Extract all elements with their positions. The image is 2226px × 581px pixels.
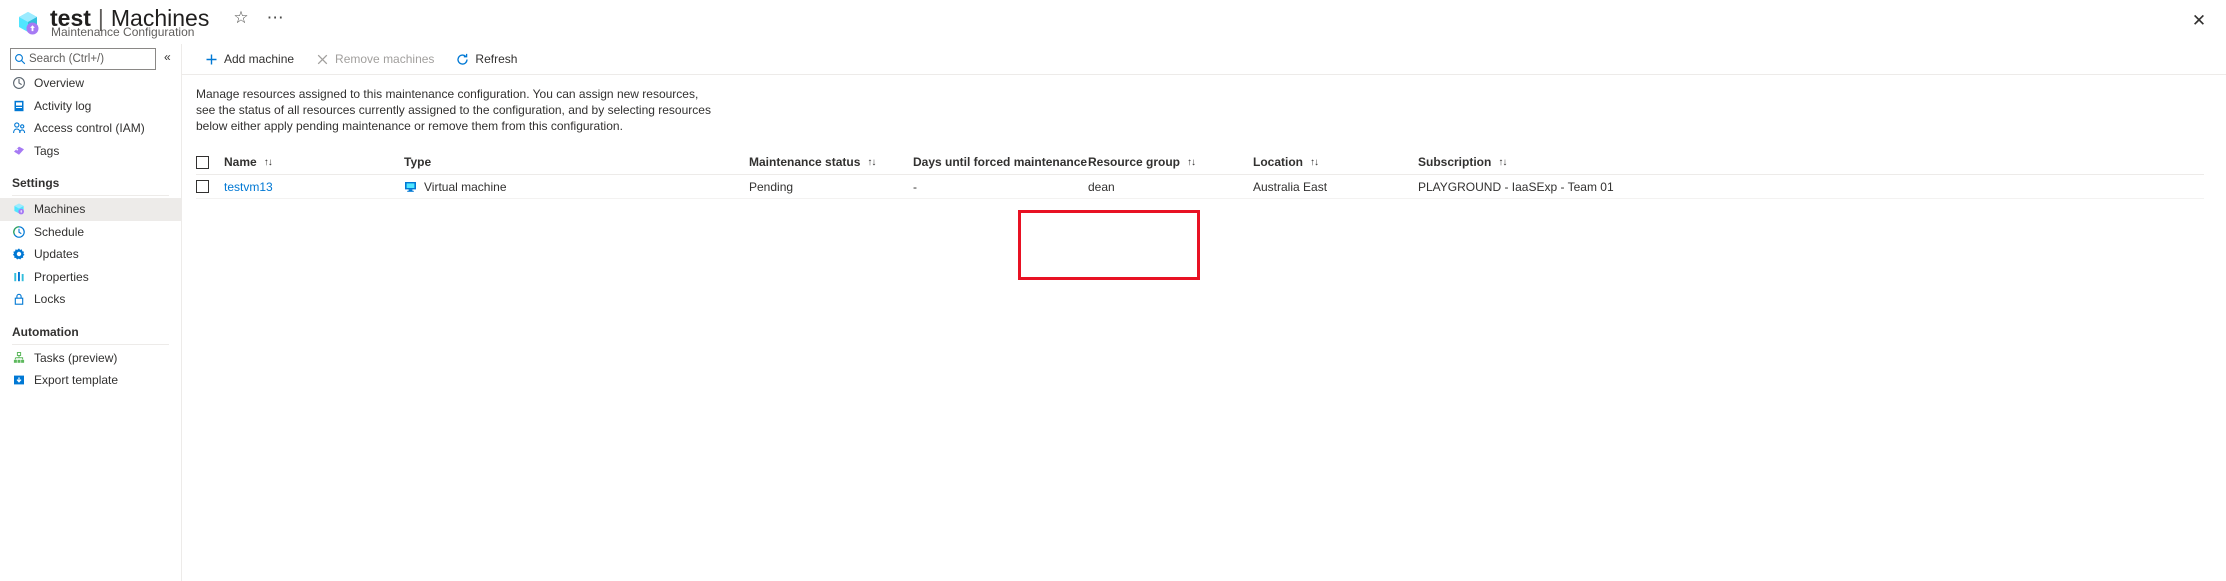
chevron-double-left-icon[interactable]: « [164,50,171,64]
nav-list: Overview Activity log Access control (IA… [0,72,181,392]
nav-divider [12,343,169,345]
machine-name-link[interactable]: testvm13 [224,180,273,194]
sidebar-item-label: Overview [34,76,85,91]
column-header-maintenance-status[interactable]: Maintenance status ↑↓ [749,155,913,169]
cell-days-until-forced-maintenance: - [913,179,917,194]
sidebar-item-locks[interactable]: Locks [0,288,181,311]
lock-icon [12,292,34,306]
sidebar-item-label: Tags [34,143,60,158]
overview-icon [12,76,34,90]
sidebar-item-label: Access control (IAM) [34,121,145,136]
sidebar-item-overview[interactable]: Overview [0,72,181,95]
main-content: Add machine Remove machines Refresh Mana… [181,44,2226,581]
cell-maintenance-status: Pending [749,180,913,194]
machines-icon [12,202,34,216]
description-text: Manage resources assigned to this mainte… [196,87,711,133]
machines-table: Name ↑↓ Type Maintenance status ↑↓ Days … [196,150,2204,199]
properties-icon [12,270,34,284]
cell-resource-group: dean [1088,179,1115,194]
resource-type-subtitle: Maintenance Configuration [51,25,195,39]
command-bar: Add machine Remove machines Refresh [182,44,2226,74]
sidebar-item-label: Tasks (preview) [34,350,118,365]
remove-machines-button[interactable]: Remove machines [307,46,443,72]
maintenance-configuration-icon [13,8,43,38]
column-header-resource-group[interactable]: Resource group ↑↓ [1088,155,1253,169]
add-machine-button[interactable]: Add machine [196,46,303,72]
virtual-machine-icon [404,180,417,193]
search-icon [11,53,29,65]
column-header-days-until-forced-maintenance[interactable]: Days until forced maintenance ↑↓ [913,155,1088,169]
refresh-label: Refresh [475,52,518,66]
column-header-type[interactable]: Type [404,155,749,169]
select-all-checkbox[interactable] [196,155,209,169]
nav-group-automation-title: Automation [12,324,79,339]
sidebar-item-label: Properties [34,269,89,284]
search-input-wrapper[interactable] [10,48,156,70]
column-header-label: Resource group [1088,155,1181,169]
sort-icon: ↑↓ [1498,156,1507,168]
access-control-icon [12,121,34,135]
status-badge: Pending [749,179,794,194]
type-label: Virtual machine [424,179,507,194]
sidebar-item-machines[interactable]: Machines [0,198,181,221]
column-header-label: Name [224,155,257,169]
export-template-icon [12,373,34,387]
nav-group-settings-title: Settings [12,176,60,190]
row-select-cell [196,180,224,193]
column-header-name[interactable]: Name ↑↓ [224,155,404,169]
remove-machines-label: Remove machines [335,52,435,66]
sort-icon: ↑↓ [263,156,273,168]
updates-gear-icon [12,247,34,261]
tags-icon [12,144,34,158]
sort-icon: ↑↓ [1310,156,1319,168]
sidebar-item-schedule[interactable]: Schedule [0,221,181,244]
command-bar-divider [182,74,2226,75]
tasks-icon [12,351,34,365]
column-header-label: Subscription [1418,155,1492,169]
cell-location: Australia East [1253,179,1328,194]
sidebar-item-updates[interactable]: Updates [0,243,181,266]
sidebar-item-label: Locks [34,292,66,307]
cell-type: Virtual machine [404,180,749,194]
sort-icon: ↑↓ [1187,156,1196,168]
sidebar-item-access-control[interactable]: Access control (IAM) [0,117,181,140]
sidebar-item-export-template[interactable]: Export template [0,369,181,392]
column-header-label: Maintenance status [749,155,861,169]
sidebar-item-label: Export template [34,373,119,388]
ellipsis-icon[interactable]: ⋯ [267,6,285,30]
plus-icon [205,53,218,66]
cell-name: testvm13 [224,180,404,194]
table-header-row: Name ↑↓ Type Maintenance status ↑↓ Days … [196,150,2204,175]
sidebar-item-label: Updates [34,247,79,262]
select-all-cell [196,155,224,169]
sidebar-item-properties[interactable]: Properties [0,266,181,289]
table-row[interactable]: testvm13 Virtual machine Pending - dean … [196,175,2204,199]
refresh-icon [456,53,469,66]
schedule-clock-icon [12,225,34,239]
row-checkbox[interactable] [196,180,209,193]
column-header-label: Days until forced maintenance [913,155,1088,169]
column-header-subscription[interactable]: Subscription ↑↓ [1418,155,1718,169]
left-navigation: « Overview [0,44,181,581]
sort-icon: ↑↓ [867,156,876,168]
column-header-location[interactable]: Location ↑↓ [1253,155,1418,169]
sidebar-item-activity-log[interactable]: Activity log [0,95,181,118]
add-machine-label: Add machine [224,52,295,66]
activity-log-icon [12,99,34,113]
search-input[interactable] [29,53,149,65]
sidebar-item-label: Schedule [34,224,85,239]
sidebar-item-label: Activity log [34,98,92,113]
cell-subscription: PLAYGROUND - IaaSExp - Team 01 [1418,179,1614,194]
column-header-label: Type [404,155,432,169]
cross-icon [316,53,329,66]
star-icon[interactable]: ☆ [233,3,248,33]
sidebar-item-tasks[interactable]: Tasks (preview) [0,347,181,370]
column-header-label: Location [1253,155,1303,169]
refresh-button[interactable]: Refresh [447,46,526,72]
sidebar-item-tags[interactable]: Tags [0,140,181,163]
nav-divider [12,195,169,196]
azure-portal-blade: test | Machines ☆ ⋯ Maintenance Configur… [0,0,2226,581]
close-icon[interactable]: ✕ [2184,6,2214,36]
sidebar-item-label: Machines [34,202,86,217]
